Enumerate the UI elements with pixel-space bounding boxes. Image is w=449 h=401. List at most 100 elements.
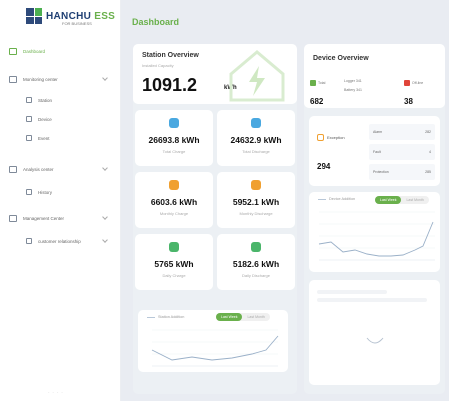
- sidebar-footer: - - - -: [48, 389, 64, 394]
- event-icon: [26, 135, 32, 141]
- device-addition-line-chart: [318, 211, 435, 261]
- logo-mark-icon: [26, 8, 42, 24]
- sidebar-item-label: Device: [38, 116, 52, 122]
- sidebar-item-label: Management Center: [23, 215, 65, 221]
- sidebar-item-management-center[interactable]: Management Center: [9, 211, 113, 225]
- sidebar-item-device[interactable]: Device: [26, 112, 113, 126]
- total-value: 682: [310, 97, 324, 106]
- history-icon: [26, 189, 32, 195]
- offline-icon: [404, 79, 410, 86]
- metric-value: 5765 kWh: [154, 259, 194, 269]
- exception-row-alarm[interactable]: Alarm 282: [369, 124, 435, 140]
- metric-card-daily-charge: 5765 kWh Daily Charge: [135, 234, 213, 290]
- toggle-last-month[interactable]: Last Month: [242, 313, 269, 321]
- exception-row-fault[interactable]: Fault 4: [369, 144, 435, 160]
- discharge-icon: [251, 242, 261, 252]
- sidebar-item-label: Analysis center: [23, 166, 54, 172]
- offline-label: Off-line: [412, 80, 424, 85]
- station-overview-panel: Station Overview Installed Capacity 1091…: [133, 44, 297, 394]
- metric-value: 24632.9 kWh: [230, 135, 282, 145]
- charge-icon: [169, 180, 179, 190]
- monitor-icon: [9, 75, 17, 83]
- sidebar-item-analysis-center[interactable]: Analysis center: [9, 162, 113, 176]
- toggle-last-week[interactable]: Last Week: [216, 313, 243, 321]
- logger-label: Logger: [344, 79, 355, 83]
- station-overview-card: Station Overview Installed Capacity 1091…: [133, 44, 297, 104]
- sidebar-item-dashboard[interactable]: Dashboard: [9, 44, 113, 58]
- sidebar-item-label: Monitoring center: [23, 76, 58, 82]
- chevron-down-icon: [102, 165, 108, 171]
- metric-label: Monthly Discharge: [239, 211, 273, 216]
- installed-capacity-label: Installed Capacity: [142, 63, 174, 68]
- metric-card-monthly-charge: 6603.6 kWh Monthly Charge: [135, 172, 213, 228]
- row-value: 285: [425, 170, 431, 174]
- house-bolt-icon: [229, 50, 285, 102]
- sidebar-item-label: customer relationship: [38, 238, 81, 244]
- main-content: Dashboard Station Overview Installed Cap…: [121, 0, 449, 401]
- sidebar-item-label: Event: [38, 135, 50, 141]
- range-toggle: Last Week Last Month: [216, 313, 270, 321]
- metric-label: Monthly Charge: [159, 211, 189, 216]
- skeleton-line: [317, 290, 387, 294]
- exception-breakdown: Alarm 282 Fault 4 Protection 285: [369, 124, 435, 184]
- station-addition-chart: Station Addition Last Week Last Month: [138, 310, 288, 372]
- metric-card-daily-discharge: 5182.6 kWh Daily Discharge: [217, 234, 295, 290]
- page-title: Dashboard: [132, 17, 180, 27]
- toggle-last-week[interactable]: Last Week: [375, 196, 402, 204]
- sidebar-item-monitoring-center[interactable]: Monitoring center: [9, 72, 113, 86]
- device-addition-chart: Device Addition Last Week Last Month: [309, 192, 440, 272]
- device-icon: [26, 116, 32, 122]
- device-overview-card: Device Overview Total 682 Logger 341 Bat…: [304, 44, 445, 108]
- legend-label: Station Addition: [158, 315, 185, 319]
- row-value: 282: [425, 130, 431, 134]
- offline-value: 38: [404, 97, 413, 106]
- logger-value: 341: [355, 79, 362, 83]
- exception-title: Exception: [317, 134, 345, 141]
- metric-label: Total Discharge: [242, 149, 270, 154]
- station-overview-title: Station Overview: [142, 52, 199, 59]
- sidebar-item-label: Dashboard: [23, 48, 46, 54]
- sidebar-item-label: History: [38, 189, 53, 195]
- exception-value: 294: [317, 162, 331, 171]
- charge-icon: [169, 242, 179, 252]
- chart-legend: Station Addition: [147, 315, 184, 319]
- range-toggle: Last Week Last Month: [375, 196, 429, 204]
- chevron-down-icon: [102, 75, 108, 81]
- sidebar-item-label: Station: [38, 97, 53, 103]
- toggle-last-month[interactable]: Last Month: [401, 196, 428, 204]
- device-total: Total 682: [310, 74, 342, 106]
- station-addition-line-chart: [151, 329, 279, 367]
- brand-tagline: FOR BUSINESS: [62, 21, 92, 26]
- chevron-down-icon: [102, 214, 108, 220]
- sidebar-item-customer-relationship[interactable]: customer relationship: [26, 234, 113, 248]
- brand-name: HANCHU ESS: [46, 10, 116, 22]
- discharge-icon: [251, 180, 261, 190]
- analysis-icon: [9, 165, 17, 173]
- row-label: Fault: [373, 150, 381, 154]
- exception-icon: [317, 134, 324, 141]
- battery-label: Battery: [344, 88, 356, 92]
- metric-card-total-charge: 26693.8 kWh Total Charge: [135, 110, 213, 166]
- device-overview-panel: Device Overview Total 682 Logger 341 Bat…: [304, 44, 445, 394]
- chevron-down-icon: [102, 237, 108, 243]
- metric-card-total-discharge: 24632.9 kWh Total Discharge: [217, 110, 295, 166]
- sidebar-item-event[interactable]: Event: [26, 131, 113, 145]
- sidebar: HANCHU ESS FOR BUSINESS Dashboard Monito…: [0, 0, 121, 401]
- device-overview-title: Device Overview: [313, 55, 369, 62]
- installed-capacity-value: 1091.2: [142, 75, 198, 95]
- sidebar-item-station[interactable]: Station: [26, 93, 113, 107]
- total-icon: [310, 79, 316, 86]
- loading-spinner-icon: [366, 337, 384, 344]
- row-label: Protection: [373, 170, 389, 174]
- charge-icon: [169, 118, 179, 128]
- skeleton-line: [317, 298, 427, 302]
- customer-icon: [26, 238, 32, 244]
- legend-line-icon: [147, 316, 155, 318]
- sidebar-item-history[interactable]: History: [26, 185, 113, 199]
- row-value: 4: [429, 150, 431, 154]
- exception-row-protection[interactable]: Protection 285: [369, 164, 435, 180]
- legend-label: Device Addition: [329, 197, 356, 201]
- battery-value: 341: [356, 88, 362, 92]
- metric-value: 5182.6 kWh: [232, 259, 280, 269]
- discharge-icon: [251, 118, 261, 128]
